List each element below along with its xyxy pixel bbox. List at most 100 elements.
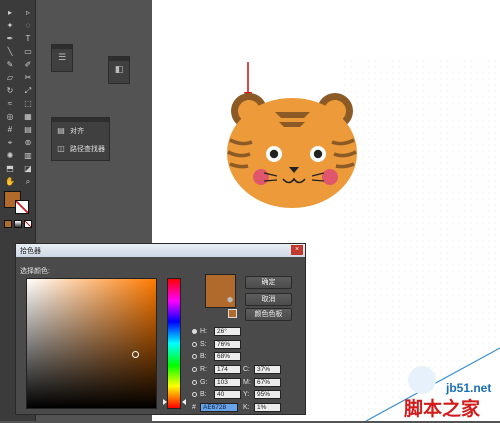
blue-radio[interactable] [192,391,197,397]
gradient-icon[interactable]: ▤ [21,124,35,135]
color-swatches-button[interactable]: 颜色色板 [245,308,292,321]
red-field[interactable]: 174 [214,364,241,374]
blue-field[interactable]: 40 [214,389,241,399]
symbol-sprayer-icon[interactable]: ✺ [3,150,17,161]
slice-icon[interactable]: ◪ [21,163,35,174]
red-radio[interactable] [192,366,197,372]
saturation-label: S: [200,340,207,348]
shape-builder-icon[interactable]: ◎ [3,111,17,122]
eraser-icon[interactable]: ▱ [3,72,17,83]
picker-titlebar[interactable]: 拾色器 × [16,244,305,257]
perspective-icon[interactable]: ▦ [21,111,35,122]
color-picker-dialog: 拾色器 × 选择颜色: ⬢ 确定 取消 颜色色板 H: 26° S: 76% B… [15,243,306,415]
mini-panel-stroke[interactable]: ☰ [51,44,73,72]
brightness-radio[interactable] [192,353,197,359]
hue-radio[interactable] [192,328,197,334]
magenta-label: M: [243,378,251,386]
scale-icon[interactable]: ⤢ [21,85,35,96]
yellow-field[interactable]: 95% [254,389,281,399]
cyan-row: C: 37% [243,364,281,374]
magenta-field[interactable]: 67% [254,377,281,387]
hex-row: # AE6728 [192,402,238,412]
warp-icon[interactable]: ≈ [3,98,17,109]
lasso-icon[interactable]: ◌ [21,20,35,31]
free-transform-icon[interactable]: ⬚ [21,98,35,109]
eyedropper-icon[interactable]: ⌖ [3,137,17,148]
tiger-head[interactable] [227,93,357,208]
tool-row: ▱ ✂ [3,72,35,83]
pen-icon[interactable]: ✒ [3,33,17,44]
hand-icon[interactable]: ✋ [3,176,17,187]
graph-icon[interactable]: ▥ [21,150,35,161]
picker-title: 拾色器 [20,248,41,255]
selection-arrow-icon[interactable]: ▸ [3,7,17,18]
none-mode-icon[interactable] [24,220,32,228]
hex-field[interactable]: AE6728 [200,402,238,412]
green-radio[interactable] [192,379,197,385]
magic-wand-icon[interactable]: ✦ [3,20,17,31]
hue-slider-handle-left[interactable] [163,399,167,405]
cancel-button[interactable]: 取消 [245,293,292,306]
color-field-cursor[interactable] [132,351,139,358]
saturation-field[interactable]: 76% [214,339,241,349]
mini-panel-transparency[interactable]: ◧ [108,56,130,84]
align-label: 对齐 [70,128,84,135]
rotate-icon[interactable]: ↻ [3,85,17,96]
hex-label: # [192,403,196,411]
mesh-icon[interactable]: # [3,124,17,135]
brightness-row: B: 68% [192,351,241,361]
blue-row: B: 40 [192,389,241,399]
tool-row: ✒ T [3,33,35,44]
cyan-field[interactable]: 37% [254,364,281,374]
align-icon: ▤ [57,126,65,135]
pencil-icon[interactable]: ✐ [21,59,35,70]
paintbrush-icon[interactable]: ✎ [3,59,17,70]
tool-row: ✎ ✐ [3,59,35,70]
brightness-label: B: [200,352,207,360]
cyan-label: C: [243,365,250,373]
green-field[interactable]: 103 [214,377,241,387]
saturation-row: S: 76% [192,339,241,349]
tool-row: ⌖ ⊚ [3,137,35,148]
hue-field[interactable]: 26° [214,326,241,336]
tool-row: ✋ ⌕ [3,176,35,187]
close-button[interactable]: × [291,245,303,255]
gradient-mode-icon[interactable] [14,220,22,228]
yellow-label: Y: [243,390,250,398]
pathfinder-item[interactable]: ◫ 路径查找器 [52,140,109,158]
ok-button[interactable]: 确定 [245,276,292,289]
web-safe-swatch[interactable] [228,309,237,318]
artboard-icon[interactable]: ⬒ [3,163,17,174]
tool-row: ↻ ⤢ [3,85,35,96]
hue-slider[interactable] [167,278,181,409]
align-item[interactable]: ▤ 对齐 [52,122,109,140]
green-label: G: [200,378,208,386]
magenta-row: M: 67% [243,377,281,387]
blend-icon[interactable]: ⊚ [21,137,35,148]
green-row: G: 103 [192,377,241,387]
stroke-color-swatch[interactable] [15,200,29,214]
web-safe-cube-icon[interactable]: ⬢ [227,297,235,304]
hue-row: H: 26° [192,326,241,336]
saturation-brightness-field[interactable] [26,278,157,409]
type-icon[interactable]: T [21,33,35,44]
zoom-icon[interactable]: ⌕ [21,176,35,187]
line-icon[interactable]: ╲ [3,46,17,57]
black-row: K: 1% [243,402,281,412]
tool-row: ✺ ▥ [3,150,35,161]
align-pathfinder-panel[interactable]: ▤ 对齐 ◫ 路径查找器 [51,117,110,161]
choose-color-label: 选择颜色: [20,268,50,275]
hue-slider-handle-right[interactable] [182,399,186,405]
tool-row: ⬒ ◪ [3,163,35,174]
brightness-field[interactable]: 68% [214,351,241,361]
tool-row: # ▤ [3,124,35,135]
scissors-icon[interactable]: ✂ [21,72,35,83]
black-field[interactable]: 1% [254,402,281,412]
transparency-icon[interactable]: ◧ [109,61,129,77]
rectangle-icon[interactable]: ▭ [21,46,35,57]
saturation-radio[interactable] [192,341,197,347]
color-mode-icon[interactable] [4,220,12,228]
direct-select-icon[interactable]: ▹ [21,7,35,18]
red-label: R: [200,365,207,373]
stroke-icon[interactable]: ☰ [52,49,72,65]
